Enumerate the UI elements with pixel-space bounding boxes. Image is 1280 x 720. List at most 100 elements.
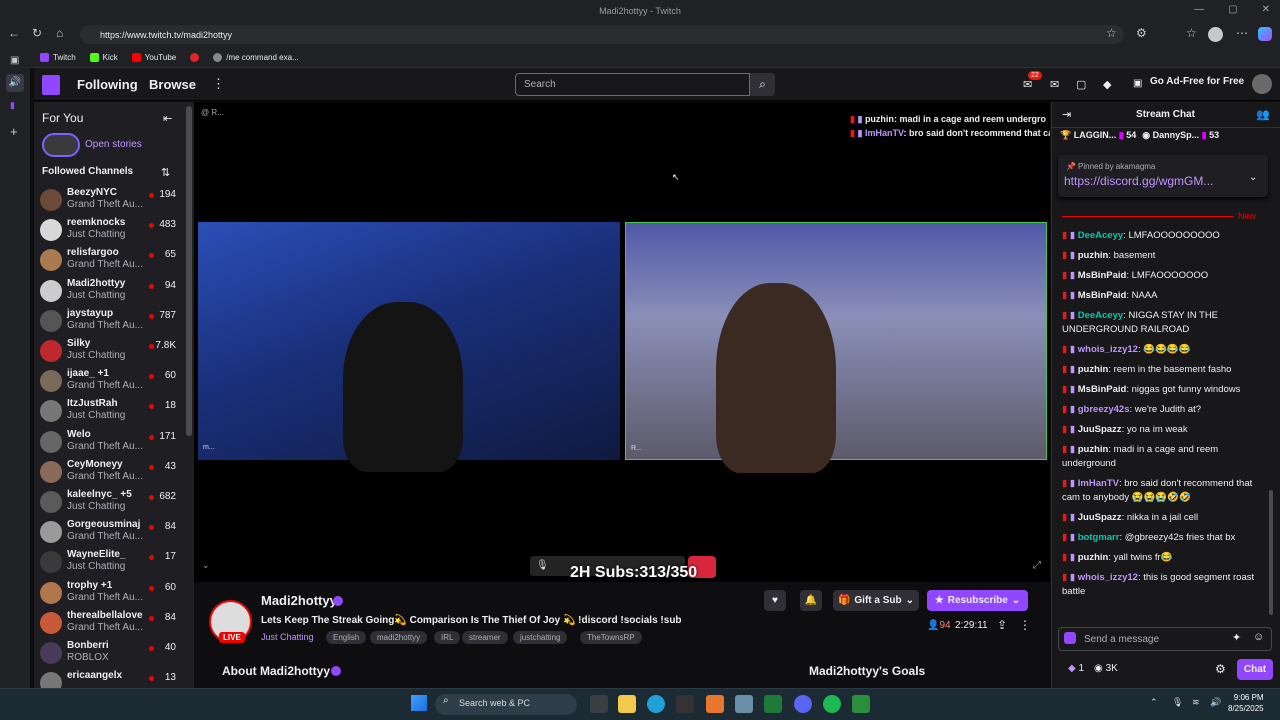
chat-username[interactable]: puzhin: [1078, 552, 1109, 563]
streamer-name[interactable]: Madi2hottyy: [261, 593, 337, 608]
volume-icon[interactable]: 🔊: [1210, 697, 1221, 708]
chat-username[interactable]: MsBinPaid: [1078, 290, 1127, 301]
favorite-star-icon[interactable]: ☆: [1106, 26, 1117, 40]
edge-icon[interactable]: [647, 695, 665, 713]
maximize-icon[interactable]: ▢: [1228, 4, 1237, 15]
wifi-icon[interactable]: ≋: [1192, 697, 1200, 708]
chevron-up-icon[interactable]: ⌃: [1150, 697, 1158, 708]
task-view-icon[interactable]: [590, 695, 608, 713]
prime-icon[interactable]: ◆: [1103, 78, 1111, 91]
notifications-bell-button[interactable]: 🔔: [800, 590, 822, 611]
go-ad-free-button[interactable]: Go Ad-Free for Free: [1150, 76, 1244, 87]
search-input[interactable]: Search: [515, 73, 750, 96]
chat-settings-icon[interactable]: ⚙: [1215, 662, 1226, 676]
file-explorer-icon[interactable]: [618, 695, 636, 713]
mic-icon[interactable]: 🎙: [536, 560, 549, 571]
emote-icon[interactable]: ☺: [1253, 631, 1264, 643]
close-icon[interactable]: ✕: [1262, 4, 1270, 15]
sidebar-channel[interactable]: ItzJustRah Just Chatting 18: [38, 396, 180, 426]
spotify-icon[interactable]: [823, 695, 841, 713]
mic-icon[interactable]: 🎙: [1172, 697, 1183, 708]
pinned-discord-link[interactable]: https://discord.gg/wgmGM...: [1064, 174, 1213, 188]
collapse-sidebar-icon[interactable]: ⇤: [163, 112, 172, 125]
audio-tab-icon[interactable]: 🔊: [6, 74, 24, 92]
new-tab-icon[interactable]: +: [10, 124, 18, 139]
sidebar-channel[interactable]: Welo Grand Theft Au... 171: [38, 427, 180, 457]
chevron-down-icon[interactable]: ⌄: [1249, 172, 1257, 183]
points-b[interactable]: ◉ 3K: [1094, 663, 1118, 674]
chat-username[interactable]: ImHanTV: [1078, 478, 1119, 489]
chat-username[interactable]: JuuSpazz: [1078, 512, 1122, 523]
chat-username[interactable]: puzhin: [1078, 364, 1109, 375]
follow-heart-button[interactable]: ♥: [764, 590, 786, 611]
minimize-icon[interactable]: —: [1194, 4, 1204, 15]
home-icon[interactable]: ⌂: [56, 26, 63, 40]
sidebar-channel[interactable]: WayneElite_ Just Chatting 17: [38, 547, 180, 577]
points-a[interactable]: ◆ 1: [1068, 663, 1084, 674]
taskbar-clock[interactable]: 9:06 PM 8/25/2025: [1228, 692, 1264, 714]
open-stories-link[interactable]: Open stories: [85, 139, 142, 150]
search-button[interactable]: ⌕: [750, 73, 775, 96]
twitch-tab-icon[interactable]: ▮: [10, 100, 15, 111]
nav-browse[interactable]: Browse: [149, 77, 196, 92]
tag[interactable]: madi2hottyy: [370, 631, 428, 644]
tag[interactable]: streamer: [462, 631, 508, 644]
profile-avatar[interactable]: [1208, 27, 1223, 42]
sidebar-channel[interactable]: Gorgeousminaj Grand Theft Au... 84: [38, 517, 180, 547]
bookmark-kick[interactable]: Kick: [89, 53, 118, 62]
sidebar-channel[interactable]: CeyMoneyy Grand Theft Au... 43: [38, 457, 180, 487]
tag[interactable]: English: [326, 631, 367, 644]
sidebar-channel[interactable]: Bonberri ROBLOX 40: [38, 638, 180, 668]
leader-entry[interactable]: 🏆 LAGGIN... ▮ 54: [1060, 130, 1136, 141]
bookmark-unnamed[interactable]: [190, 53, 200, 62]
sidebar-channel[interactable]: kaleelnyc_ +5 Just Chatting 682: [38, 487, 180, 517]
chat-send-button[interactable]: Chat: [1237, 659, 1273, 680]
chat-badge-icon[interactable]: [1064, 632, 1076, 644]
chat-username[interactable]: puzhin: [1078, 444, 1109, 455]
bookmark-youtube[interactable]: YouTube: [131, 53, 176, 62]
chat-username[interactable]: DeeAceyy: [1078, 230, 1123, 241]
bits-icon[interactable]: ✦: [1232, 631, 1241, 644]
sidebar-channel[interactable]: ijaae_ +1 Grand Theft Au... 60: [38, 366, 180, 396]
more-icon[interactable]: ⋯: [1236, 26, 1248, 40]
tag[interactable]: justchatting: [513, 631, 568, 644]
chat-username[interactable]: MsBinPaid: [1078, 270, 1127, 281]
chat-username[interactable]: MsBinPaid: [1078, 384, 1127, 395]
chat-scrollbar[interactable]: [1269, 490, 1273, 615]
whispers-icon[interactable]: ✉: [1050, 78, 1059, 91]
app-icon[interactable]: [735, 695, 753, 713]
chat-username[interactable]: gbreezy42s: [1078, 404, 1130, 415]
sidebar-channel[interactable]: relisfargoo Grand Theft Au... 65: [38, 245, 180, 275]
refresh-icon[interactable]: ↻: [32, 26, 42, 40]
extensions-icon[interactable]: ⚙: [1136, 26, 1147, 40]
back-icon[interactable]: ←: [8, 26, 20, 40]
collections-icon[interactable]: ☆: [1186, 26, 1197, 40]
bookmark-me-command[interactable]: /me command exa...: [213, 53, 299, 62]
sidebar-channel[interactable]: BeezyNYC Grand Theft Au... 194: [38, 185, 180, 215]
more-options-icon[interactable]: ⋮: [1019, 618, 1031, 632]
chat-username[interactable]: botgmarr: [1078, 532, 1120, 543]
windows-start-icon[interactable]: [411, 695, 427, 711]
discord-icon[interactable]: [794, 695, 812, 713]
bookmark-twitch[interactable]: Twitch: [40, 53, 76, 62]
leader-entry[interactable]: ◉ DannySp... ▮ 53: [1142, 130, 1219, 141]
xbox-icon[interactable]: [764, 695, 782, 713]
more-options-icon[interactable]: ⋮: [212, 76, 225, 92]
share-icon[interactable]: ⇪: [997, 618, 1007, 632]
chat-username[interactable]: whois_izzy12: [1078, 572, 1138, 583]
app-icon[interactable]: [706, 695, 724, 713]
address-bar[interactable]: https://www.twitch.tv/madi2hottyy: [80, 25, 1124, 44]
tag[interactable]: IRL: [434, 631, 461, 644]
capcut-icon[interactable]: [676, 695, 694, 713]
chevron-down-icon[interactable]: ⌄: [202, 560, 210, 571]
sort-icon[interactable]: ⇅: [161, 166, 170, 179]
twitch-logo-icon[interactable]: [42, 75, 60, 95]
activity-icon[interactable]: ▢: [1076, 78, 1086, 91]
stories-avatar[interactable]: [42, 133, 80, 157]
chat-username[interactable]: DeeAceyy: [1078, 310, 1123, 321]
gift-sub-button[interactable]: 🎁 Gift a Sub ⌄: [833, 590, 919, 611]
fullscreen-icon[interactable]: ⤢: [1033, 560, 1041, 571]
taskbar-search[interactable]: Search web & PC: [435, 694, 577, 715]
tag[interactable]: TheTownsRP: [580, 631, 642, 644]
app-icon[interactable]: [852, 695, 870, 713]
